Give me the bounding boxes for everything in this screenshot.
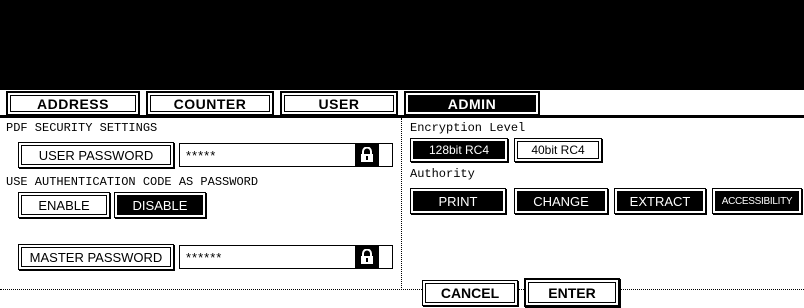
enter-button[interactable]: ENTER (524, 278, 620, 307)
tab-underline (0, 115, 804, 118)
bottom-divider (0, 289, 804, 290)
tab-admin[interactable]: ADMIN (404, 91, 540, 116)
encryption-level-title: Encryption Level (410, 121, 526, 135)
lock-icon[interactable] (355, 246, 379, 268)
padlock-glyph (361, 147, 373, 162)
padlock-glyph (361, 249, 373, 264)
top-display-area (0, 0, 804, 90)
tab-user[interactable]: USER (280, 91, 398, 116)
tab-address[interactable]: ADDRESS (6, 91, 140, 116)
encryption-40bit-button[interactable]: 40bit RC4 (514, 138, 602, 162)
authority-print-button[interactable]: PRINT (410, 188, 506, 214)
master-password-value: ****** (186, 249, 223, 265)
authority-title: Authority (410, 167, 475, 181)
user-password-value: ***** (186, 147, 217, 163)
master-password-button[interactable]: MASTER PASSWORD (18, 244, 174, 270)
authority-change-button[interactable]: CHANGE (514, 188, 608, 214)
cancel-button[interactable]: CANCEL (422, 280, 518, 306)
tab-counter[interactable]: COUNTER (146, 91, 274, 116)
authority-extract-button[interactable]: EXTRACT (614, 188, 706, 214)
encryption-128bit-button[interactable]: 128bit RC4 (410, 138, 508, 162)
auth-code-title: USE AUTHENTICATION CODE AS PASSWORD (6, 175, 259, 189)
pdf-security-title: PDF SECURITY SETTINGS (6, 121, 158, 135)
enable-button[interactable]: ENABLE (18, 192, 110, 218)
lock-icon[interactable] (355, 144, 379, 166)
panel-divider (401, 118, 402, 288)
user-password-button[interactable]: USER PASSWORD (18, 142, 174, 168)
disable-button[interactable]: DISABLE (114, 192, 206, 218)
authority-accessibility-button[interactable]: ACCESSIBILITY (712, 188, 802, 214)
